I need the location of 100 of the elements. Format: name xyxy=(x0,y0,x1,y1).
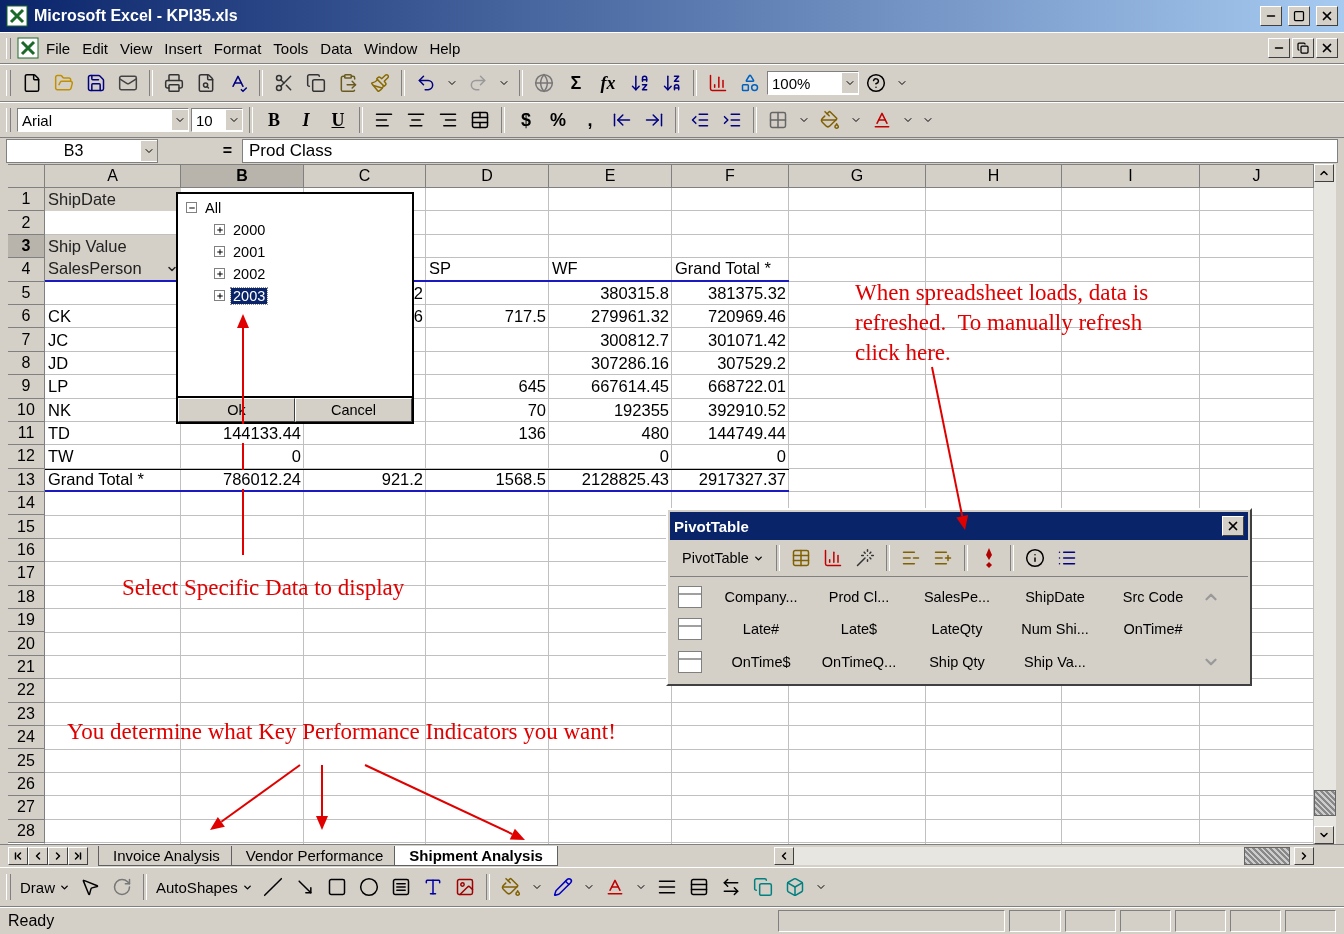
field-button[interactable]: Company... xyxy=(712,589,810,606)
pivot-field-button[interactable]: ShipDate xyxy=(45,188,181,212)
row-header[interactable]: 26 xyxy=(8,772,45,797)
vertical-scrollbar[interactable] xyxy=(1314,164,1336,844)
sheet-tab[interactable]: Shipment Analysis xyxy=(394,846,558,866)
format-button[interactable]: $ xyxy=(511,106,541,134)
column-header[interactable]: C xyxy=(304,165,426,188)
minimize-button[interactable] xyxy=(1268,38,1290,58)
tree-item[interactable]: All xyxy=(203,199,224,216)
italic-button[interactable]: I xyxy=(291,106,321,134)
row-header[interactable]: 25 xyxy=(8,749,45,773)
menu-item[interactable]: Help xyxy=(424,37,466,59)
field-button[interactable]: Ship Qty xyxy=(908,653,1006,670)
row-header[interactable]: 16 xyxy=(8,538,45,563)
menu-item[interactable]: Tools xyxy=(268,37,314,59)
close-button[interactable] xyxy=(1316,6,1338,26)
field-button[interactable]: LateQty xyxy=(908,621,1006,638)
field-button[interactable]: OnTime$ xyxy=(712,653,810,670)
row-header[interactable]: 22 xyxy=(8,679,45,703)
row-header[interactable]: 2 xyxy=(8,211,45,235)
menu-button[interactable]: AutoShapes xyxy=(153,873,256,901)
row-header[interactable]: 27 xyxy=(8,796,45,820)
maximize-button[interactable] xyxy=(1288,6,1310,26)
row-header[interactable]: 14 xyxy=(8,492,45,516)
expand-toggle[interactable] xyxy=(214,268,225,279)
dialog-button[interactable]: Cancel xyxy=(295,398,412,422)
column-header[interactable]: B xyxy=(181,165,304,188)
expand-toggle[interactable] xyxy=(214,246,225,257)
column-header[interactable]: E xyxy=(549,165,672,188)
row-header[interactable]: 3 xyxy=(8,234,45,259)
menu-item[interactable]: Window xyxy=(359,37,423,59)
row-header[interactable]: 23 xyxy=(8,702,45,726)
row-header[interactable]: 24 xyxy=(8,726,45,750)
maximize-button[interactable] xyxy=(1292,38,1314,58)
menu-button[interactable]: Draw xyxy=(17,873,73,901)
scroll-down-button[interactable] xyxy=(1314,826,1334,844)
column-header[interactable]: D xyxy=(426,165,549,188)
field-button[interactable]: OnTimeQ... xyxy=(810,653,908,670)
scroll-up-button[interactable] xyxy=(1314,164,1334,182)
column-header[interactable]: G xyxy=(789,165,926,188)
menu-button[interactable]: PivotTable xyxy=(676,549,770,567)
menu-item[interactable]: Format xyxy=(208,37,267,59)
menu-item[interactable]: Insert xyxy=(159,37,207,59)
column-header[interactable]: A xyxy=(45,165,181,188)
close-button[interactable] xyxy=(1222,516,1244,536)
row-header[interactable]: 1 xyxy=(8,188,45,212)
formula-field[interactable]: Prod Class xyxy=(242,139,1338,163)
field-button[interactable]: ShipDate xyxy=(1006,589,1104,606)
field-button[interactable]: Src Code xyxy=(1104,589,1202,606)
tab-scroll-button[interactable] xyxy=(48,847,68,865)
menu-item[interactable]: Data xyxy=(315,37,358,59)
row-header[interactable]: 4 xyxy=(8,258,45,282)
scroll-right-button[interactable] xyxy=(1294,847,1314,865)
row-header[interactable]: 13 xyxy=(8,468,45,493)
row-header[interactable]: 6 xyxy=(8,304,45,329)
column-header[interactable]: I xyxy=(1062,165,1200,188)
row-header[interactable]: 18 xyxy=(8,585,45,610)
row-header[interactable]: 20 xyxy=(8,632,45,656)
combo-field[interactable]: Arial xyxy=(17,108,189,132)
name-box[interactable]: B3 xyxy=(6,139,158,163)
tab-scroll-button[interactable] xyxy=(28,847,48,865)
scroll-thumb[interactable] xyxy=(1314,790,1336,816)
bold-button[interactable]: B xyxy=(259,106,289,134)
tab-scroll-button[interactable] xyxy=(68,847,88,865)
select-all-corner[interactable] xyxy=(8,165,45,188)
field-button[interactable]: Ship Va... xyxy=(1006,653,1104,670)
menu-item[interactable]: Edit xyxy=(77,37,114,59)
column-header[interactable]: H xyxy=(926,165,1062,188)
row-header[interactable]: 15 xyxy=(8,515,45,539)
minimize-button[interactable] xyxy=(1260,6,1282,26)
row-header[interactable]: 28 xyxy=(8,819,45,843)
row-header[interactable]: 21 xyxy=(8,655,45,680)
row-header[interactable]: 7 xyxy=(8,328,45,352)
combo-field[interactable]: 100% xyxy=(767,71,859,95)
format-button[interactable]: , xyxy=(575,106,605,134)
format-button[interactable]: % xyxy=(543,106,573,134)
expand-toggle[interactable] xyxy=(214,290,225,301)
tree-item[interactable]: 2000 xyxy=(231,221,268,238)
scroll-thumb[interactable] xyxy=(1244,847,1290,865)
field-button[interactable]: Late# xyxy=(712,621,810,638)
row-header[interactable]: 9 xyxy=(8,375,45,399)
function-button[interactable]: fx xyxy=(593,69,623,97)
collapse-toggle[interactable] xyxy=(186,202,197,213)
row-header[interactable]: 11 xyxy=(8,421,45,446)
field-button[interactable]: Late$ xyxy=(810,621,908,638)
field-button[interactable]: Prod Cl... xyxy=(810,589,908,606)
expand-toggle[interactable] xyxy=(214,224,225,235)
scroll-left-button[interactable] xyxy=(774,847,794,865)
combo-field[interactable]: 10 xyxy=(191,108,243,132)
row-header[interactable]: 19 xyxy=(8,609,45,633)
row-header[interactable]: 10 xyxy=(8,398,45,422)
tree-item[interactable]: 2002 xyxy=(231,265,268,282)
row-header[interactable]: 12 xyxy=(8,445,45,469)
field-button[interactable]: SalesPe... xyxy=(908,589,1006,606)
underline-button[interactable]: U xyxy=(323,106,353,134)
field-button[interactable]: Num Shi... xyxy=(1006,621,1104,638)
tree-item[interactable]: 2001 xyxy=(231,243,268,260)
tree-item[interactable]: 2003 xyxy=(231,287,268,304)
field-button[interactable]: OnTime# xyxy=(1104,621,1202,638)
column-header[interactable]: J xyxy=(1200,165,1314,188)
